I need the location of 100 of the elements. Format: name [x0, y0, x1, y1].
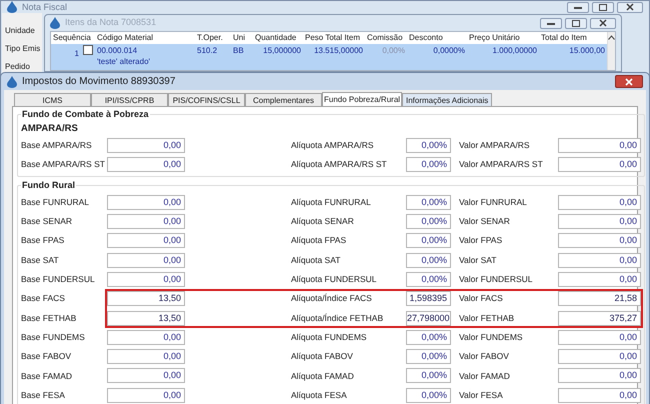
close-button[interactable] [617, 2, 643, 12]
number-field[interactable]: 0,00% [406, 368, 451, 384]
field-label: Alíquota FUNRURAL [291, 196, 372, 209]
number-field[interactable]: 0,00 [558, 368, 641, 384]
field-label: Base FUNRURAL [21, 196, 90, 209]
app-drop-icon [7, 76, 17, 88]
number-field[interactable]: 0,00 [558, 330, 641, 345]
number-field[interactable]: 0,00 [558, 214, 641, 230]
column-header[interactable]: Total do Item [539, 33, 607, 43]
number-field[interactable]: 0,00 [107, 156, 185, 172]
window-title: Impostos do Movimento 88930397 [22, 75, 176, 89]
minimize-icon [547, 22, 555, 24]
column-header[interactable]: Desconto [407, 33, 467, 43]
field-label: Base FESA [21, 388, 66, 402]
field-label: Base SAT [21, 254, 60, 266]
number-field[interactable]: 13,50 [107, 310, 185, 326]
field-label: Base FABOV [21, 350, 72, 363]
close-button[interactable] [615, 75, 643, 88]
restore-icon [572, 20, 580, 26]
number-field[interactable]: 21,58 [558, 291, 641, 306]
number-field[interactable]: 27,798000 [406, 310, 451, 326]
number-field[interactable]: 0,00 [558, 138, 641, 153]
number-field[interactable]: 0,00 [107, 233, 185, 248]
field-label: Base AMPARA/RS [21, 138, 93, 152]
field-label: Unidade [5, 25, 36, 36]
restore-button[interactable] [565, 18, 587, 28]
number-field[interactable]: 0,00% [406, 194, 451, 210]
number-field[interactable]: 0,00 [558, 156, 641, 172]
number-field[interactable]: 1,598395 [406, 291, 451, 306]
app-drop-icon [7, 1, 17, 13]
field-label: Valor FUNDERSUL [459, 273, 534, 286]
number-field[interactable]: 0,00% [406, 214, 451, 230]
field-label: Alíquota FPAS [291, 234, 348, 248]
tab[interactable]: PIS/COFINS/CSLL [168, 93, 245, 106]
close-button[interactable] [590, 18, 616, 28]
row-checkbox[interactable] [83, 45, 93, 55]
field-label: Alíquota FESA [291, 388, 348, 402]
number-field[interactable]: 0,00 [558, 252, 641, 268]
field-label: Base FPAS [21, 234, 66, 248]
tab[interactable]: Fundo Pobreza/Rural [322, 92, 402, 106]
column-header[interactable]: Preço Unitário [467, 33, 539, 43]
number-field[interactable]: 0,00 [558, 194, 641, 210]
number-field[interactable]: 0,00% [406, 156, 451, 172]
scrollbar[interactable] [607, 32, 615, 70]
field-label: Alíquota/Índice FETHAB [291, 312, 384, 324]
number-field[interactable]: 0,00 [558, 388, 641, 403]
number-field[interactable]: 0,00 [107, 388, 185, 403]
number-field[interactable]: 0,00 [107, 214, 185, 230]
number-field[interactable]: 0,00 [107, 330, 185, 345]
number-field[interactable]: 0,00% [406, 330, 451, 345]
number-field[interactable]: 0,00 [107, 138, 185, 153]
number-field[interactable]: 0,00 [558, 233, 641, 248]
tab[interactable]: Complementares [245, 93, 322, 106]
field-label: Valor FETHAB [459, 312, 516, 324]
field-label: Alíquota AMPARA/RS ST [291, 158, 388, 171]
column-header[interactable]: T.Oper. [195, 33, 231, 43]
field-label: Valor SAT [459, 254, 498, 266]
table-row[interactable]: 1 00.000.014 'teste' alterado' 510.2 BB 15,000000 13.515,00000 0,00% 0,0000% 1.000,00000 15.000,00 [51, 44, 607, 70]
number-field[interactable]: 0,00% [406, 252, 451, 268]
column-header[interactable]: Quantidade [253, 33, 303, 43]
number-field[interactable]: 0,00% [406, 138, 451, 153]
number-field[interactable]: 0,00 [107, 349, 185, 364]
number-field[interactable]: 0,00% [406, 233, 451, 248]
field-label: Valor FPAS [459, 234, 504, 248]
field-label: Base FAMAD [21, 370, 74, 382]
number-field[interactable]: 0,00% [406, 388, 451, 403]
section-title: AMPARA/RS [21, 122, 79, 136]
field-label: Valor SENAR [459, 215, 511, 228]
field-label: Alíquota FUNDERSUL [291, 273, 378, 286]
tab[interactable]: Informações Adicionais [402, 93, 492, 106]
tab[interactable]: IPI/ISS/CPRB [91, 93, 168, 106]
field-label: Alíquota FABOV [291, 350, 354, 363]
table-cell-text: 15.000,00 [568, 45, 606, 57]
field-label: Alíquota AMPARA/RS [291, 138, 375, 152]
tab[interactable]: ICMS [14, 93, 91, 106]
number-field[interactable]: 0,00 [107, 252, 185, 268]
number-field[interactable]: 0,00% [406, 272, 451, 287]
number-field[interactable]: 375,27 [558, 310, 641, 326]
minimize-button[interactable] [540, 18, 562, 28]
column-header[interactable]: Sequência [51, 33, 95, 43]
column-header[interactable]: Uni [231, 33, 253, 43]
group-title: Fundo de Combate à Pobreza [21, 108, 150, 121]
column-header[interactable]: Código Material [95, 33, 195, 43]
table-cell-text: 0,0000% [432, 45, 466, 57]
column-header[interactable]: Comissão [365, 33, 407, 43]
close-icon [626, 3, 634, 11]
number-field[interactable]: 0,00 [107, 272, 185, 287]
number-field[interactable]: 0,00% [406, 349, 451, 364]
field-label: Alíquota SENAR [291, 215, 355, 228]
field-label: Valor FESA [459, 388, 504, 402]
restore-button[interactable] [592, 2, 614, 12]
number-field[interactable]: 0,00 [558, 349, 641, 364]
number-field[interactable]: 0,00 [558, 272, 641, 287]
number-field[interactable]: 0,00 [107, 194, 185, 210]
column-header[interactable]: Peso Total Item [303, 33, 365, 43]
minimize-button[interactable] [567, 2, 589, 12]
minimize-icon [574, 6, 582, 8]
table-cell-text: 15,000000 [262, 45, 302, 57]
number-field[interactable]: 0,00 [107, 368, 185, 384]
number-field[interactable]: 13,50 [107, 291, 185, 306]
